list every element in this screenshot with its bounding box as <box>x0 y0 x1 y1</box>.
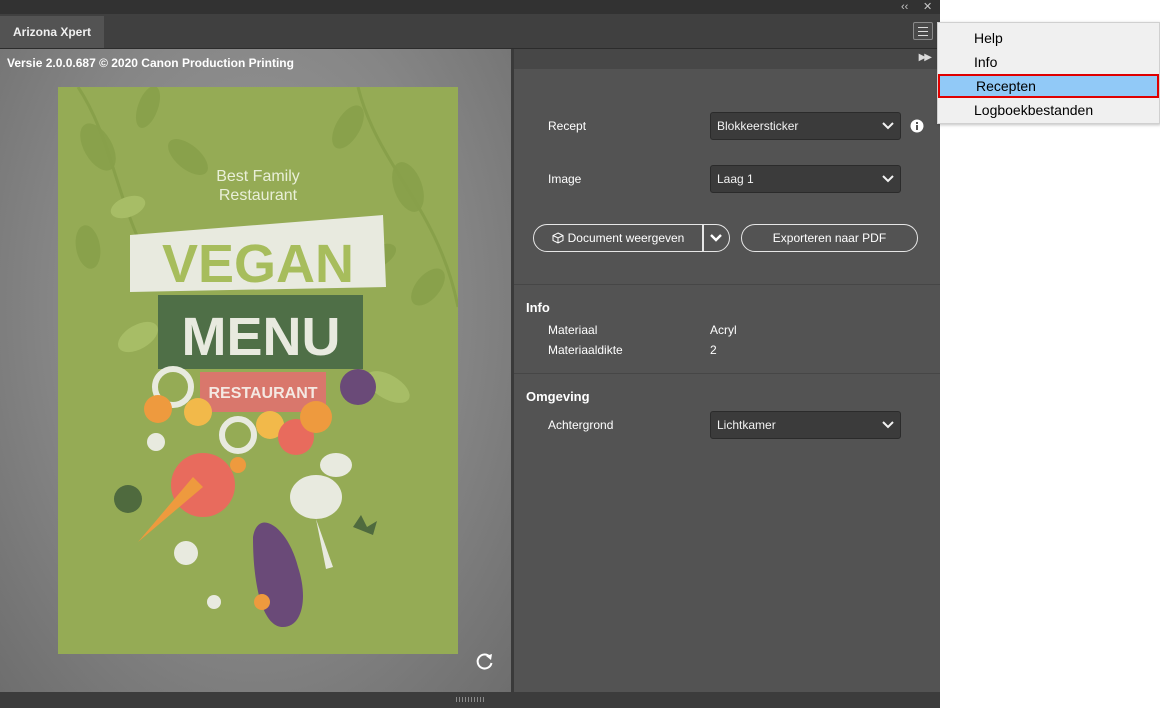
material-label: Materiaal <box>548 323 598 337</box>
panel-bottom-bar <box>0 692 940 708</box>
info-icon[interactable] <box>910 119 924 133</box>
document-view-button[interactable]: Document weergeven <box>533 224 703 252</box>
image-select[interactable]: Laag 1 <box>710 165 901 193</box>
settings-pane: ▶▶ Recept Blokkeersticker Image Laag 1 D… <box>514 49 940 692</box>
hamburger-menu-icon[interactable] <box>913 22 933 40</box>
context-menu: Help Info Recepten Logboekbestanden <box>937 22 1160 124</box>
recept-select[interactable]: Blokkeersticker <box>710 112 901 140</box>
document-view-label: Document weergeven <box>567 231 685 245</box>
cube-icon <box>552 232 564 244</box>
menu-item-logboekbestanden[interactable]: Logboekbestanden <box>938 98 1159 122</box>
tab-row: Arizona Xpert <box>0 14 940 49</box>
export-pdf-button[interactable]: Exporteren naar PDF <box>741 224 918 252</box>
panel-top-bar: ‹‹ ✕ <box>0 0 940 14</box>
menu-item-recepten[interactable]: Recepten <box>938 74 1159 98</box>
recept-select-value: Blokkeersticker <box>717 119 799 133</box>
poster-line2: Restaurant <box>219 187 298 204</box>
recept-label: Recept <box>548 119 587 133</box>
environment-section-title: Omgeving <box>526 389 590 404</box>
chevron-down-icon <box>882 421 894 429</box>
collapse-panel-icon[interactable]: ‹‹ <box>901 0 908 14</box>
preview-area: Versie 2.0.0.687 © 2020 Canon Production… <box>0 49 511 692</box>
document-view-dropdown[interactable] <box>703 224 730 252</box>
background-select[interactable]: Lichtkamer <box>710 411 901 439</box>
resize-grip[interactable] <box>456 697 484 702</box>
divider <box>514 284 940 285</box>
poster-word-restaurant: RESTAURANT <box>208 385 317 402</box>
expand-panel-icon[interactable]: ▶▶ <box>919 52 932 63</box>
arizona-xpert-panel: ‹‹ ✕ Arizona Xpert Versie 2.0.0.687 © 20… <box>0 0 940 708</box>
poster-word-menu: MENU <box>182 307 341 367</box>
image-select-value: Laag 1 <box>717 172 754 186</box>
material-thickness-label: Materiaaldikte <box>548 343 623 357</box>
chevron-down-icon <box>882 175 894 183</box>
chevron-down-icon <box>882 122 894 130</box>
material-thickness-value: 2 <box>710 343 717 357</box>
settings-pane-header: ▶▶ <box>514 49 940 69</box>
divider <box>514 373 940 374</box>
poster-preview: Best Family Restaurant VEGAN MENU RESTAU… <box>58 87 458 654</box>
version-text: Versie 2.0.0.687 © 2020 Canon Production… <box>7 56 294 70</box>
background-select-value: Lichtkamer <box>717 418 776 432</box>
poster-line1: Best Family <box>216 168 300 185</box>
menu-item-help[interactable]: Help <box>938 26 1159 50</box>
reset-icon[interactable] <box>475 651 495 671</box>
tab-arizona-xpert[interactable]: Arizona Xpert <box>0 16 104 48</box>
info-section-title: Info <box>526 300 550 315</box>
material-value: Acryl <box>710 323 737 337</box>
poster-word-vegan: VEGAN <box>162 234 354 294</box>
poster-artwork: Best Family Restaurant VEGAN MENU RESTAU… <box>75 87 458 627</box>
close-icon[interactable]: ✕ <box>923 0 932 14</box>
menu-item-info[interactable]: Info <box>938 50 1159 74</box>
background-label: Achtergrond <box>548 418 614 432</box>
chevron-down-icon <box>710 234 722 242</box>
image-label: Image <box>548 172 582 186</box>
